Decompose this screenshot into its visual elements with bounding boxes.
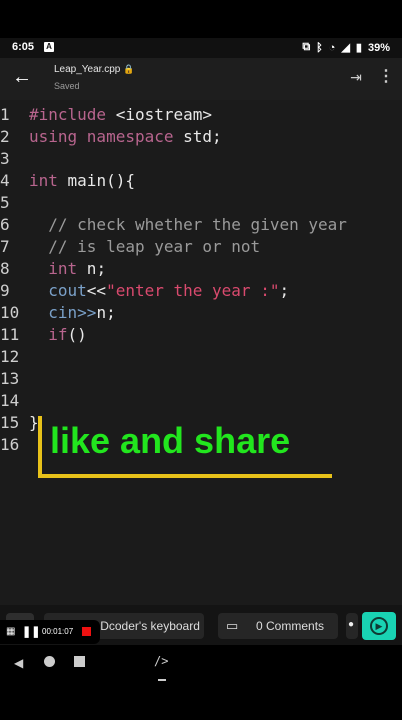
code-text: cin>>n; (29, 302, 116, 324)
line-number: 2 (0, 127, 10, 146)
lock-icon: 🔒 (123, 64, 135, 74)
code-token: cout (48, 281, 87, 300)
code-token: std; (173, 127, 222, 146)
more-options-icon[interactable]: ⋮ (378, 69, 394, 85)
line-number: 16 (0, 435, 20, 454)
dot-icon: ● (348, 619, 355, 630)
code-token: #include (29, 105, 107, 124)
code-tag-icon[interactable]: /> (154, 654, 168, 668)
battery-icon: ▮ (355, 42, 362, 54)
screen-recorder: ▦ ❚❚ 00:01:07 (0, 620, 100, 644)
run-button[interactable]: ▶ (362, 612, 396, 640)
code-token: n; (77, 259, 107, 278)
nav-recents-icon[interactable] (74, 656, 85, 667)
comments-button[interactable]: ▭ 0 Comments (218, 613, 338, 639)
stop-icon[interactable] (82, 627, 91, 636)
line-number: 6 (0, 215, 10, 234)
code-token: "enter the year :" (106, 281, 280, 300)
code-text: if() (29, 324, 87, 346)
overlay-caption: like and share (50, 420, 291, 461)
line-number: 1 (0, 105, 10, 124)
save-status: Saved (54, 81, 80, 91)
battery-percent: 39% (367, 41, 390, 54)
line-number: 8 (0, 259, 10, 278)
code-token: using namespace (29, 127, 174, 146)
play-icon: ▶ (370, 617, 388, 635)
code-editor[interactable]: 1 #include <iostream> 2 using namespace std… (0, 100, 402, 605)
code-text: using namespace std; (29, 126, 222, 148)
app-bar: ← Leap_Year.cpp 🔒 Saved ⇥ ⋮ (0, 58, 402, 100)
exit-icon[interactable]: ⇥ (348, 69, 364, 85)
line-number: 11 (0, 325, 20, 344)
code-token: () (67, 325, 87, 344)
code-token: <iostream> (106, 105, 213, 124)
comments-label: 0 Comments (256, 619, 325, 633)
comment-icon: ▭ (226, 618, 239, 633)
back-arrow-icon[interactable]: ← (12, 66, 34, 88)
notification-icon: A (44, 42, 54, 52)
nav-back-icon[interactable]: ◀ (14, 656, 23, 670)
status-right: ⧉ ᛒ ◔ ◢ ▮ 39% (302, 41, 390, 54)
code-text: int n; (29, 258, 106, 280)
recording-timer: 00:01:07 (42, 627, 74, 636)
extra-button[interactable]: ● (346, 613, 358, 639)
code-token: main(){ (57, 171, 135, 190)
system-nav-bar: ◀ /> (0, 645, 402, 685)
line-number: 9 (0, 281, 10, 300)
top-black-bar (0, 0, 402, 38)
code-text: cout<<"enter the year :"; (29, 280, 289, 302)
recorder-menu-icon[interactable]: ▦ (6, 626, 15, 637)
bottom-black-bar (0, 685, 402, 720)
status-time: 6:05 (12, 41, 35, 53)
code-token: << (86, 281, 107, 300)
code-token: n; (96, 303, 116, 322)
code-text: // check whether the given year (29, 214, 347, 236)
line-number: 4 (0, 171, 10, 190)
code-token: if (48, 325, 68, 344)
status-bar: 6:05 A ⧉ ᛒ ◔ ◢ ▮ 39% (0, 38, 402, 58)
code-text: int main(){ (29, 170, 135, 192)
code-token: ; (279, 281, 290, 300)
line-number: 5 (0, 193, 10, 212)
bluetooth-icon: ᛒ (316, 41, 323, 54)
code-token: int (48, 259, 78, 278)
line-number: 15 (0, 413, 20, 432)
file-title: Leap_Year.cpp 🔒 (54, 64, 135, 75)
file-name: Leap_Year.cpp (54, 64, 121, 75)
code-text: #include <iostream> (29, 104, 212, 126)
line-number: 7 (0, 237, 10, 256)
line-number: 13 (0, 369, 20, 388)
line-number: 10 (0, 303, 20, 322)
code-text: // is leap year or not (29, 236, 260, 258)
line-number: 12 (0, 347, 20, 366)
nav-handle (158, 679, 166, 681)
pause-icon[interactable]: ❚❚ (22, 625, 40, 638)
line-number: 3 (0, 149, 10, 168)
nav-home-icon[interactable] (44, 656, 55, 667)
line-number: 14 (0, 391, 20, 410)
wifi-icon: ◔ (328, 41, 336, 54)
signal-icon: ◢ (341, 42, 350, 54)
code-token: int (29, 171, 58, 190)
code-token: cin>> (48, 303, 97, 322)
code-token: // check whether the given year (29, 215, 347, 234)
code-token: // is leap year or not (29, 237, 261, 256)
cast-icon: ⧉ (302, 41, 311, 53)
